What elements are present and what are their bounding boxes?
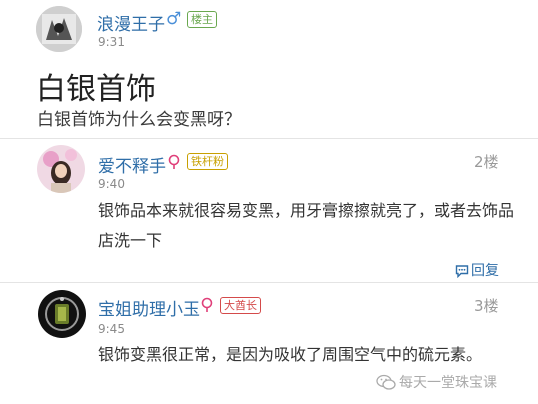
reply-time: 9:45 [98, 322, 125, 336]
floor-number: 2楼 [474, 153, 499, 171]
comment-bubble-icon [455, 265, 469, 279]
host-badge: 楼主 [187, 11, 217, 28]
reply-content: 银饰品本来就很容易变黑，用牙膏擦擦就亮了，或者去饰品店洗一下 [98, 201, 515, 250]
watermark: 每天一堂珠宝课 [376, 372, 497, 392]
level-flower-icon [167, 154, 181, 174]
reply-time: 9:40 [98, 177, 125, 191]
op-post-time: 9:31 [98, 35, 125, 49]
divider [0, 138, 538, 139]
chief-badge: 大酋长 [220, 297, 261, 314]
op-author-name[interactable]: 浪漫王子 [97, 10, 165, 35]
reply-avatar[interactable] [38, 290, 86, 338]
post-title: 白银首饰 [36, 72, 156, 107]
reply-avatar[interactable] [37, 145, 85, 193]
level-flower-icon [200, 297, 214, 317]
reply-content: 银饰变黑很正常，是因为吸收了周围空气中的硫元素。 [98, 345, 483, 364]
divider [0, 282, 538, 283]
watermark-text: 每天一堂珠宝课 [399, 375, 497, 391]
reply-button[interactable]: 回复 [455, 260, 499, 280]
post-question: 白银首饰为什么会变黑呀？ [37, 110, 241, 130]
reply-author-name[interactable]: 宝姐助理小玉 [98, 295, 200, 320]
male-symbol-icon: ♂ [166, 9, 182, 29]
op-avatar[interactable] [36, 6, 82, 52]
wechat-icon [376, 374, 396, 390]
floor-number: 3楼 [474, 297, 499, 315]
fan-badge: 铁杆粉 [187, 153, 228, 170]
reply-button-label: 回复 [471, 263, 499, 279]
reply-author-name[interactable]: 爱不释手 [98, 152, 166, 177]
